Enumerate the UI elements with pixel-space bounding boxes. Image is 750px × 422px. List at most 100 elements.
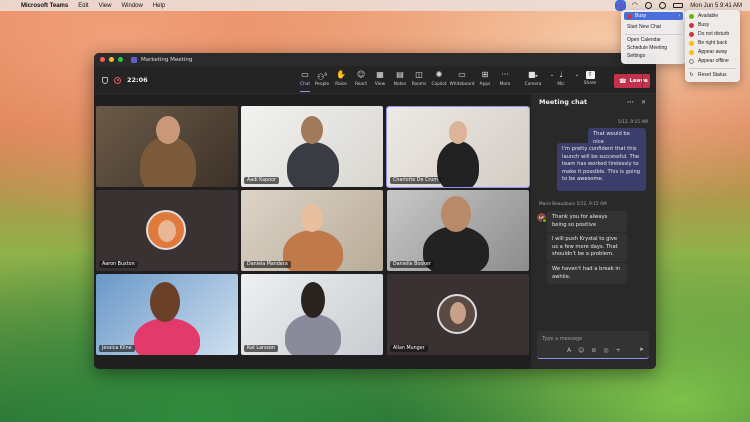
message-sender: Marie Beaudouin 5/12, 9:15 AM — [539, 202, 607, 207]
raise-hand-button[interactable]: ✋ Raise — [330, 70, 352, 92]
chat-icon: ▭ — [301, 70, 309, 79]
search-icon[interactable] — [645, 2, 653, 9]
copilot-button[interactable]: ✺ Copilot — [428, 70, 450, 92]
reset-icon: ↻ — [689, 71, 694, 78]
video-tile[interactable]: Jessica Kline — [96, 274, 238, 355]
chat-header: Meeting chat ··· ✕ — [531, 94, 656, 110]
more-button[interactable]: ··· More — [494, 70, 516, 92]
title-bar: Marketing Meeting — [94, 53, 656, 66]
menu-divider — [689, 68, 736, 69]
participant-name: Aadi Kapoor — [244, 177, 280, 184]
apps-button[interactable]: ⊞ Apps — [474, 70, 496, 92]
shield-icon[interactable] — [102, 76, 108, 84]
dnd-status-icon — [689, 31, 694, 37]
status-appear-offline[interactable]: Appear offline — [689, 58, 729, 64]
status-appear-away[interactable]: Appear away — [689, 49, 727, 55]
send-icon[interactable]: ➤ — [639, 346, 644, 353]
status-busy[interactable]: Busy — [689, 22, 709, 28]
message-input[interactable] — [542, 335, 642, 343]
more-options-icon[interactable]: ··· — [627, 99, 634, 106]
brb-status-icon — [689, 40, 694, 46]
emoji-icon[interactable]: ☺ — [578, 347, 584, 354]
view-icon: ▦ — [376, 70, 384, 79]
video-tile[interactable]: Kat Larsson — [241, 274, 383, 355]
view-button[interactable]: ▦ View — [369, 70, 391, 92]
available-status-icon — [689, 13, 694, 19]
message-bubble[interactable]: We haven't had a break in awhile. — [547, 263, 627, 284]
status-available[interactable]: Available — [689, 13, 718, 19]
video-tile[interactable]: Daniela Mandera — [241, 190, 383, 271]
participant-name: Charlotte De Crum — [390, 177, 442, 184]
zoom-window-button[interactable] — [118, 57, 123, 62]
wifi-icon[interactable]: ◠ — [631, 2, 638, 9]
video-tile-active-speaker[interactable]: Charlotte De Crum — [386, 106, 530, 188]
menu-item-schedule-meeting[interactable]: Schedule Meeting — [627, 45, 667, 51]
participant-face — [301, 204, 323, 232]
format-icon[interactable]: A — [567, 347, 571, 354]
sender-avatar[interactable]: MB — [537, 213, 547, 223]
participant-video — [437, 141, 479, 187]
menubar-clock[interactable]: Mon Jun 5 9:41 AM — [690, 3, 742, 9]
menu-item-open-calendar[interactable]: Open Calendar — [627, 37, 661, 43]
battery-icon[interactable] — [673, 3, 684, 8]
close-window-button[interactable] — [100, 57, 105, 62]
video-tile[interactable]: Aaron Buxton — [96, 190, 238, 271]
attach-icon[interactable]: ⊘ — [591, 347, 596, 354]
rooms-icon: ◫ — [415, 70, 423, 79]
rooms-button[interactable]: ◫ Rooms — [408, 70, 430, 92]
participant-video — [283, 230, 343, 271]
reset-status-item[interactable]: ↻ Reset Status — [689, 71, 726, 78]
video-tile[interactable] — [96, 106, 238, 187]
plus-icon[interactable]: + — [616, 347, 621, 354]
participant-name: Jessica Kline — [99, 345, 135, 352]
busy-status-icon — [627, 13, 632, 19]
window-title: Marketing Meeting — [141, 56, 193, 63]
offline-status-icon — [689, 58, 694, 64]
video-tile[interactable]: Aadi Kapoor — [241, 106, 383, 187]
status-be-right-back[interactable]: Be right back — [689, 40, 727, 46]
menu-window[interactable]: Window — [121, 3, 142, 9]
message-timestamp: 5/12, 9:15 AM — [617, 120, 648, 125]
video-tile[interactable]: Allan Munger — [387, 274, 529, 355]
menu-item-start-new-chat[interactable]: Start New Chat — [627, 24, 661, 30]
meeting-timer: 22:06 — [127, 76, 148, 84]
more-icon: ··· — [501, 70, 509, 79]
leave-button[interactable]: ☎ Leave ⌄ — [614, 74, 650, 88]
menu-edit[interactable]: Edit — [78, 3, 88, 9]
away-status-icon — [689, 49, 694, 55]
loop-icon[interactable]: ◎ — [603, 347, 608, 354]
compose-box: A ☺ ⊘ ◎ + ➤ — [537, 331, 649, 359]
message-bubble[interactable]: I'm pretty confident that this launch wi… — [557, 143, 646, 191]
leave-options-chevron[interactable]: ⌄ — [642, 74, 650, 88]
minimize-window-button[interactable] — [109, 57, 114, 62]
participant-face — [441, 196, 471, 232]
participant-face — [449, 121, 467, 144]
menu-view[interactable]: View — [99, 3, 112, 9]
copilot-icon: ✺ — [435, 70, 443, 79]
share-button[interactable]: ⇧ Share — [579, 70, 601, 92]
participant-avatar — [146, 210, 186, 250]
participant-video — [134, 318, 200, 355]
whiteboard-button[interactable]: ▭ Whiteboard — [450, 70, 475, 92]
react-icon: ☺ — [356, 70, 366, 79]
participant-video — [287, 142, 339, 187]
menu-help[interactable]: Help — [153, 3, 165, 9]
close-icon[interactable]: ✕ — [641, 99, 646, 106]
whiteboard-icon: ▭ — [458, 70, 466, 79]
message-bubble[interactable]: Thank you for always being so positive — [547, 211, 627, 232]
menu-app-name[interactable]: Microsoft Teams — [21, 3, 68, 9]
video-grid: Aadi Kapoor Charlotte De Crum Aaron Buxt… — [96, 106, 530, 369]
menu-item-settings[interactable]: Settings — [627, 53, 645, 59]
participant-name: Allan Munger — [390, 345, 428, 352]
teams-menubar-icon[interactable] — [615, 0, 627, 11]
menu-divider — [625, 34, 682, 35]
status-submenu: Available Busy Do not disturb Be right b… — [685, 10, 740, 82]
raise-hand-icon: ✋ — [336, 70, 346, 79]
participant-avatar — [437, 294, 477, 334]
people-icon: ⚇9 — [317, 72, 327, 82]
control-center-icon[interactable] — [659, 2, 667, 9]
status-do-not-disturb[interactable]: Do not disturb — [689, 31, 729, 37]
current-status-item[interactable]: Busy › — [624, 12, 683, 20]
message-bubble[interactable]: I will push Krystal to give us a few mor… — [547, 233, 627, 262]
video-tile[interactable]: Danielle Booker — [387, 190, 529, 271]
